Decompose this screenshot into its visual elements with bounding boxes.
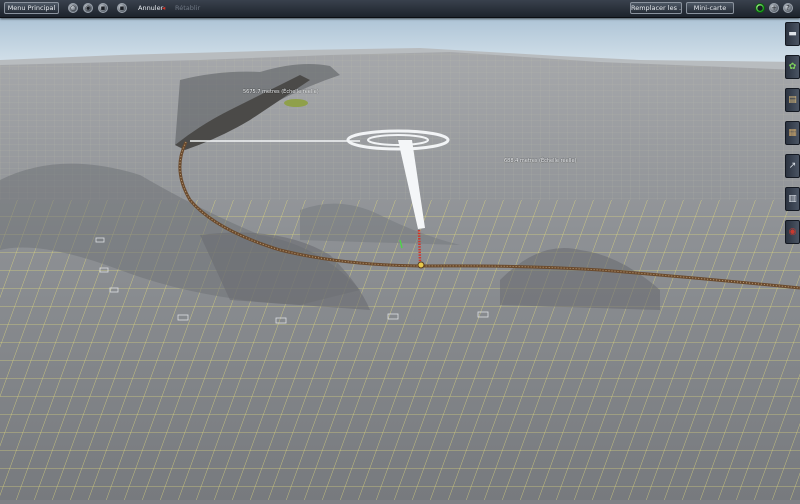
- terrain-tool-icon[interactable]: ▥: [785, 187, 800, 211]
- vegetation-tool-icon[interactable]: ✿: [785, 55, 800, 79]
- track-node[interactable]: [417, 261, 425, 269]
- stop-icon[interactable]: ▪: [117, 3, 127, 13]
- redo-button[interactable]: Rétablir: [175, 3, 200, 13]
- add-icon[interactable]: +: [769, 3, 779, 13]
- track-tool-icon[interactable]: ▬: [785, 22, 800, 46]
- trains-tool-icon[interactable]: ▦: [785, 121, 800, 145]
- undo-arrow-icon: ◂: [162, 4, 166, 12]
- minimap-button[interactable]: Mini-carte: [686, 2, 734, 14]
- measure-label-1: 5675.7 metres (Échelle réelle): [243, 89, 319, 95]
- settings-icon[interactable]: ◉: [83, 3, 93, 13]
- main-menu-button[interactable]: Menu Principal: [4, 2, 59, 14]
- save-icon[interactable]: ○: [68, 3, 78, 13]
- camera-tool-icon[interactable]: ◉: [785, 220, 800, 244]
- undo-button[interactable]: Annuler: [138, 3, 163, 13]
- terrain-scene: [0, 0, 800, 500]
- help-icon[interactable]: ?: [783, 3, 793, 13]
- layers-icon[interactable]: ▪: [98, 3, 108, 13]
- top-toolbar: Menu Principal ○ ◉ ▪ ▪ Annuler ◂ Rétabli…: [0, 0, 800, 18]
- status-icon[interactable]: ●: [755, 3, 765, 13]
- objects-tool-icon[interactable]: ▤: [785, 88, 800, 112]
- track-builder-tool-icon[interactable]: ↗: [785, 154, 800, 178]
- measure-label-2: 688.4 metres (Échelle réelle): [504, 158, 577, 164]
- terrain-viewport[interactable]: 5675.7 metres (Échelle réelle) 688.4 met…: [0, 0, 800, 500]
- tool-sidebar: ▬ ✿ ▤ ▦ ↗ ▥ ◉: [785, 18, 800, 248]
- replace-button[interactable]: Remplacer les ...: [630, 2, 682, 14]
- grass-patch: [284, 99, 308, 107]
